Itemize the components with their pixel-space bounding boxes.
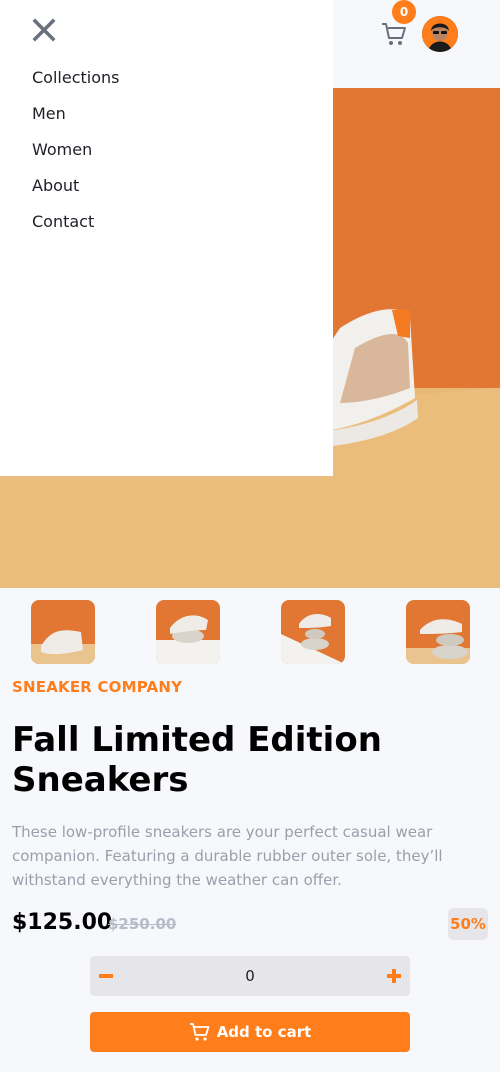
nav-menu: Collections Men Women About Contact (0, 0, 333, 476)
nav-item-contact[interactable]: Contact (32, 212, 119, 248)
nav-item-about[interactable]: About (32, 176, 119, 212)
quantity-value: 0 (245, 967, 255, 985)
thumbnail-4[interactable] (406, 600, 470, 664)
discount-badge: 50% (448, 908, 488, 940)
nav-list: Collections Men Women About Contact (32, 68, 119, 248)
thumbnail-3[interactable] (281, 600, 345, 664)
close-icon[interactable] (32, 18, 56, 42)
thumbnail-2[interactable] (156, 600, 220, 664)
minus-icon (99, 974, 113, 978)
avatar[interactable] (422, 16, 458, 52)
product-title: Fall Limited Edition Sneakers (12, 720, 382, 800)
nav-item-men[interactable]: Men (32, 104, 119, 140)
product-description: These low-profile sneakers are your perf… (12, 823, 443, 889)
cart-count-badge: 0 (392, 0, 416, 24)
nav-item-collections[interactable]: Collections (32, 68, 119, 104)
add-to-cart-label: Add to cart (216, 1023, 312, 1041)
nav-item-women[interactable]: Women (32, 140, 119, 176)
current-price: $125.00 (12, 910, 113, 935)
thumbnail-strip (0, 600, 500, 664)
original-price: $250.00 (108, 915, 177, 933)
thumbnail-1[interactable] (31, 600, 95, 664)
decrease-quantity-button[interactable] (90, 956, 122, 996)
increase-quantity-button[interactable] (378, 956, 410, 996)
add-to-cart-button[interactable]: Add to cart (90, 1012, 410, 1052)
quantity-stepper: 0 (90, 956, 410, 996)
cart-icon[interactable] (380, 20, 408, 48)
cart-icon (189, 1023, 210, 1041)
company-label: SNEAKER COMPANY (12, 678, 183, 696)
plus-icon (387, 969, 401, 983)
